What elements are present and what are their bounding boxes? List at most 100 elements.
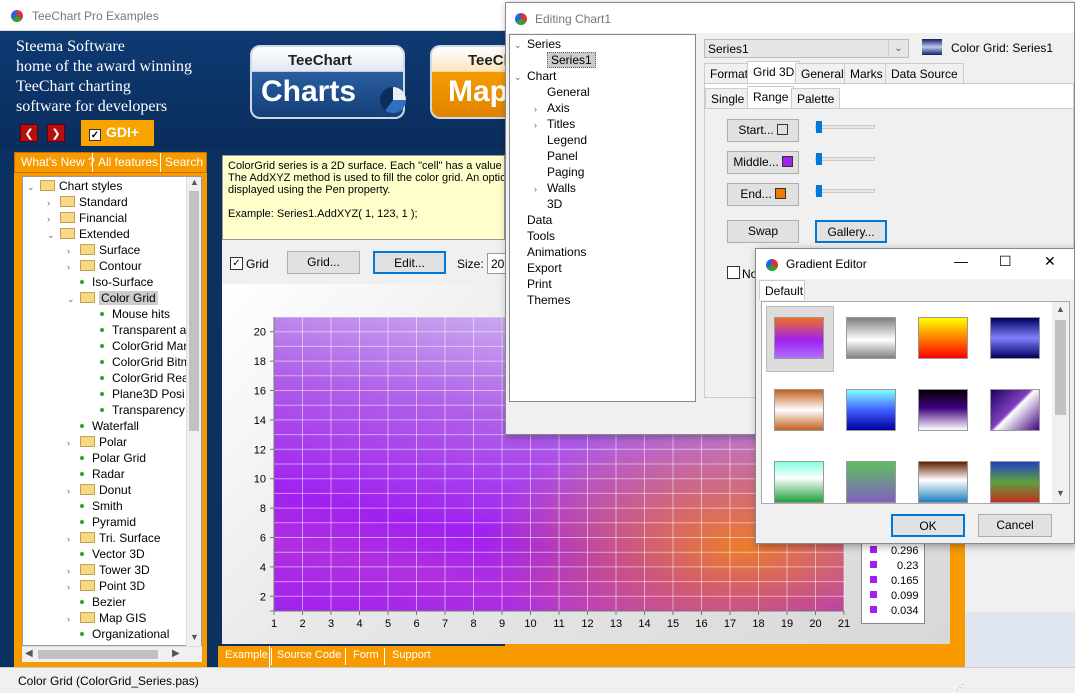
tab-marks[interactable]: Marks bbox=[844, 63, 889, 83]
tree-item[interactable]: › Map GIS bbox=[67, 610, 146, 626]
gradient-gallery[interactable] bbox=[761, 301, 1070, 504]
tree-item[interactable]: › Tower 3D bbox=[67, 562, 150, 578]
tree-vertical-scrollbar[interactable]: ▲ ▼ bbox=[186, 177, 201, 646]
nav-item[interactable]: › Titles bbox=[534, 116, 575, 132]
scroll-up-icon[interactable]: ▲ bbox=[1056, 304, 1065, 314]
nav-item[interactable]: Themes bbox=[514, 292, 570, 308]
slider-thumb[interactable] bbox=[816, 153, 822, 165]
cancel-button[interactable]: Cancel bbox=[978, 514, 1052, 537]
expand-toggle-icon[interactable]: › bbox=[534, 117, 544, 133]
slider-thumb[interactable] bbox=[816, 121, 822, 133]
slider-thumb[interactable] bbox=[816, 185, 822, 197]
tree-item[interactable]: Waterfall bbox=[67, 418, 139, 434]
tab-support[interactable]: Support bbox=[392, 649, 431, 661]
grid-button[interactable]: Grid... bbox=[287, 251, 360, 274]
scroll-up-icon[interactable]: ▲ bbox=[190, 177, 199, 187]
tab-source-code[interactable]: Source Code bbox=[277, 649, 341, 661]
end-slider[interactable] bbox=[815, 185, 875, 197]
end-color-button[interactable]: End... bbox=[727, 183, 799, 206]
tab-search[interactable]: Search bbox=[165, 155, 203, 169]
subtab-single[interactable]: Single bbox=[705, 88, 751, 108]
minimize-icon[interactable]: — bbox=[954, 253, 968, 269]
tab-data-source[interactable]: Data Source bbox=[885, 63, 964, 83]
gradient-swatch[interactable] bbox=[774, 389, 824, 431]
subtab-range[interactable]: Range bbox=[747, 86, 795, 108]
tree-item[interactable]: ColorGrid Rea bbox=[87, 370, 189, 386]
next-button[interactable]: ❯ bbox=[47, 124, 65, 142]
tab-example[interactable]: Example bbox=[225, 649, 268, 661]
gradient-swatch[interactable] bbox=[990, 317, 1040, 359]
tree-item[interactable]: Smith bbox=[67, 498, 123, 514]
tree-item[interactable]: ⌄ Color Grid bbox=[67, 290, 158, 306]
tree-item[interactable]: ⌄ Chart styles bbox=[27, 178, 122, 194]
gdi-plus-toggle[interactable]: ✓ GDI+ bbox=[81, 120, 154, 146]
nav-item[interactable]: ⌄ Series bbox=[514, 36, 561, 52]
tab-grid-3d[interactable]: Grid 3D bbox=[747, 61, 801, 83]
nav-item[interactable]: Legend bbox=[534, 132, 587, 148]
expand-toggle-icon[interactable]: ⌄ bbox=[47, 227, 57, 243]
tree-item[interactable]: › Standard bbox=[47, 194, 128, 210]
expand-toggle-icon[interactable]: › bbox=[67, 435, 77, 451]
scroll-down-icon[interactable]: ▼ bbox=[1056, 488, 1065, 498]
expand-toggle-icon[interactable]: › bbox=[67, 243, 77, 259]
gallery-button[interactable]: Gallery... bbox=[815, 220, 887, 243]
expand-toggle-icon[interactable]: ⌄ bbox=[514, 69, 524, 85]
no-checkbox[interactable] bbox=[727, 266, 740, 279]
tree-item[interactable]: Organizational bbox=[67, 626, 169, 642]
expand-toggle-icon[interactable]: ⌄ bbox=[67, 291, 77, 307]
expand-toggle-icon[interactable]: › bbox=[47, 211, 57, 227]
tree-item[interactable]: › Donut bbox=[67, 482, 131, 498]
tree-item[interactable]: › Financial bbox=[47, 210, 127, 226]
tree-item[interactable]: Pyramid bbox=[67, 514, 136, 530]
tree-item[interactable]: › Polar bbox=[67, 434, 127, 450]
gradient-swatch[interactable] bbox=[846, 317, 896, 359]
feature-tree[interactable]: ⌄ Chart styles › Standard › Financial ⌄ Extende… bbox=[22, 176, 202, 646]
grid-checkbox[interactable]: ✓ bbox=[230, 257, 243, 270]
gradient-swatch[interactable] bbox=[918, 317, 968, 359]
start-slider[interactable] bbox=[815, 121, 875, 133]
scroll-down-icon[interactable]: ▼ bbox=[190, 632, 199, 642]
tree-horizontal-scrollbar[interactable]: ◀ ▶ bbox=[22, 646, 202, 662]
nav-item[interactable]: Export bbox=[514, 260, 562, 276]
tree-item[interactable]: ⌄ Extended bbox=[47, 226, 130, 242]
expand-toggle-icon[interactable]: › bbox=[67, 531, 77, 547]
gradient-swatch[interactable] bbox=[918, 461, 968, 503]
nav-item[interactable]: Panel bbox=[534, 148, 578, 164]
tree-item[interactable]: Radar bbox=[67, 466, 125, 482]
nav-item[interactable]: Data bbox=[514, 212, 552, 228]
resize-grip-icon[interactable]: ⋰ bbox=[956, 683, 964, 692]
expand-toggle-icon[interactable]: › bbox=[67, 579, 77, 595]
expand-toggle-icon[interactable]: › bbox=[47, 195, 57, 211]
nav-item[interactable]: Animations bbox=[514, 244, 586, 260]
expand-toggle-icon[interactable]: › bbox=[534, 101, 544, 117]
nav-item[interactable]: › Walls bbox=[534, 180, 576, 196]
gallery-scrollbar[interactable]: ▲ ▼ bbox=[1052, 302, 1069, 503]
gradient-swatch[interactable] bbox=[990, 389, 1040, 431]
middle-color-button[interactable]: Middle... bbox=[727, 151, 799, 174]
nav-item[interactable]: Series1 bbox=[534, 52, 596, 68]
tab-form[interactable]: Form bbox=[353, 649, 379, 661]
tree-item[interactable]: Vector 3D bbox=[67, 546, 145, 562]
tree-item[interactable]: › Contour bbox=[67, 258, 142, 274]
tree-item[interactable]: Transparency bbox=[87, 402, 185, 418]
gradient-swatch[interactable] bbox=[774, 461, 824, 503]
gradient-swatch[interactable] bbox=[990, 461, 1040, 503]
tree-item[interactable]: › Tri. Surface bbox=[67, 530, 161, 546]
tree-item[interactable]: ColorGrid Bitm bbox=[87, 354, 191, 370]
tree-item[interactable]: › Surface bbox=[67, 242, 140, 258]
nav-item[interactable]: 3D bbox=[534, 196, 562, 212]
gradient-swatch[interactable] bbox=[918, 389, 968, 431]
tree-item[interactable]: Plane3D Posi bbox=[87, 386, 185, 402]
gradient-swatch[interactable] bbox=[774, 317, 824, 359]
editor-nav-tree[interactable]: ⌄ Series Series1 ⌄ Chart General › Axis › Titles L… bbox=[509, 34, 696, 402]
tree-item[interactable]: Polar Grid bbox=[67, 450, 146, 466]
expand-toggle-icon[interactable]: ⌄ bbox=[514, 37, 524, 53]
prev-button[interactable]: ❮ bbox=[20, 124, 38, 142]
scroll-thumb[interactable] bbox=[1055, 320, 1066, 415]
gradient-swatch[interactable] bbox=[846, 389, 896, 431]
tree-item[interactable]: › Point 3D bbox=[67, 578, 145, 594]
nav-item[interactable]: General bbox=[534, 84, 590, 100]
expand-toggle-icon[interactable]: ⌄ bbox=[27, 179, 37, 195]
gradient-swatch[interactable] bbox=[846, 461, 896, 503]
nav-item[interactable]: › Axis bbox=[534, 100, 570, 116]
